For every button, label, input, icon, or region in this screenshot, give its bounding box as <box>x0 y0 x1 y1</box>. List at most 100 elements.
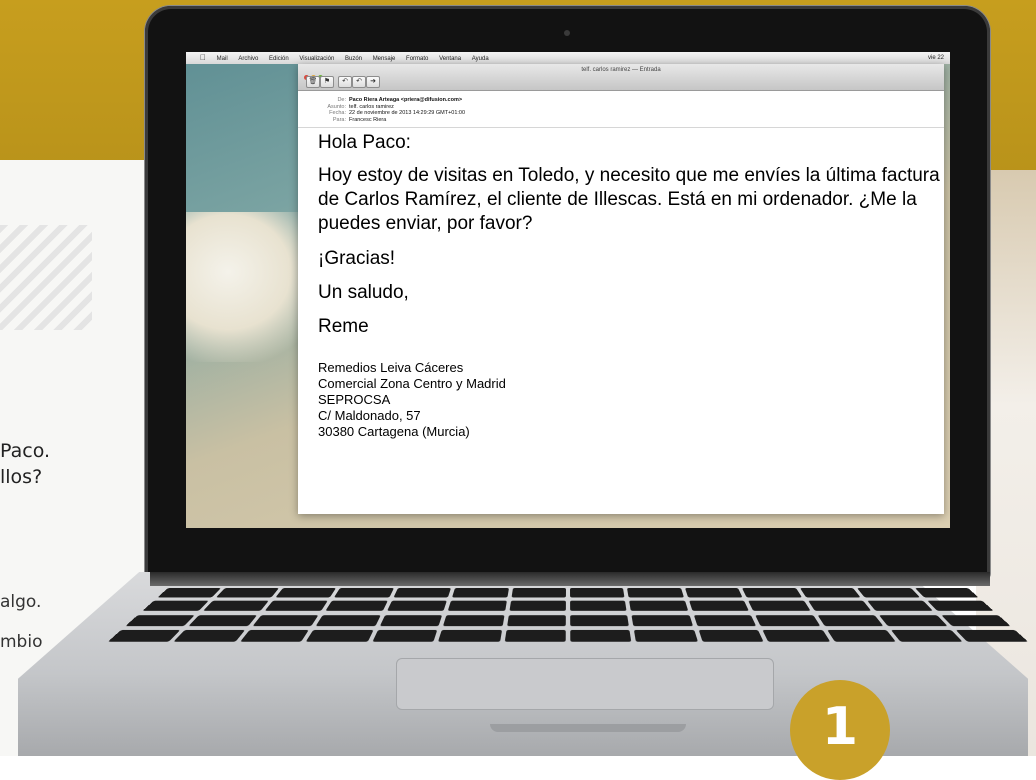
signature-line: Remedios Leiva Cáceres <box>318 360 464 375</box>
mail-window: telf. carlos ramirez — Entrada 🗑 ⚑ ↶ ↶ ➜… <box>298 64 944 514</box>
keyboard-key <box>927 600 994 612</box>
menu-mensaje[interactable]: Mensaje <box>373 56 396 62</box>
keyboard-key <box>316 614 381 626</box>
keyboard-key <box>569 588 625 598</box>
signature-line: C/ Maldonado, 57 <box>318 408 421 423</box>
side-text-1: Paco. <box>0 440 51 462</box>
message-name: Reme <box>318 316 369 337</box>
message-greeting: Hola Paco: <box>318 132 411 153</box>
keyboard-key <box>506 614 566 626</box>
keyboard-key <box>240 629 310 642</box>
message-body: Hola Paco: Hoy estoy de visitas en Toled… <box>298 128 944 440</box>
keyboard-key <box>762 629 830 642</box>
keyboard-key <box>689 600 750 612</box>
forward-icon[interactable]: ➜ <box>366 76 380 88</box>
message-thanks: ¡Gracias! <box>318 248 396 269</box>
keyboard <box>107 588 1030 643</box>
to-value[interactable]: Francesc Riera <box>349 117 386 124</box>
laptop-hinge <box>150 572 990 586</box>
signature-line: Comercial Zona Centro y Madrid <box>318 376 506 391</box>
keyboard-key <box>511 588 566 598</box>
signature-block: Remedios Leiva Cáceres Comercial Zona Ce… <box>318 360 944 440</box>
keyboard-key <box>914 588 979 598</box>
to-label: Para: <box>332 116 346 123</box>
keyboard-key <box>627 588 684 598</box>
keyboard-key <box>443 614 505 626</box>
side-text-4: mbio <box>0 632 43 652</box>
junk-icon[interactable]: ⚑ <box>320 76 334 88</box>
keyboard-key <box>799 588 861 598</box>
keyboard-key <box>742 588 802 598</box>
keyboard-key <box>216 588 279 598</box>
keyboard-key <box>693 614 757 626</box>
window-titlebar: telf. carlos ramirez — Entrada 🗑 ⚑ ↶ ↶ ➜ <box>298 64 944 91</box>
window-title: telf. carlos ramirez — Entrada <box>581 67 661 73</box>
keyboard-key <box>504 629 566 642</box>
trackpad[interactable] <box>396 658 774 710</box>
delete-icon[interactable]: 🗑 <box>306 76 320 88</box>
side-text-2: llos? <box>0 466 43 488</box>
menu-buzon[interactable]: Buzón <box>345 56 362 62</box>
keyboard-key <box>379 614 443 626</box>
keyboard-key <box>631 614 693 626</box>
keyboard-key <box>174 629 246 642</box>
signature-line: 30380 Cartagena (Murcia) <box>318 424 470 439</box>
laptop-screen:  Mail Archivo Edición Visualización Buz… <box>186 52 950 528</box>
keyboard-key <box>867 600 933 612</box>
keyboard-key <box>508 600 566 612</box>
keyboard-key <box>447 600 507 612</box>
menu-archivo[interactable]: Archivo <box>238 56 258 62</box>
menu-visualizacion[interactable]: Visualización <box>299 56 334 62</box>
keyboard-key <box>634 629 698 642</box>
keyboard-key <box>393 588 452 598</box>
keyboard-key <box>570 600 627 612</box>
reply-all-icon[interactable]: ↶ <box>352 76 366 88</box>
message-headers: De: Paco Riera Arteaga <priera@difusion.c… <box>298 91 944 128</box>
keyboard-key <box>857 588 920 598</box>
menu-ayuda[interactable]: Ayuda <box>472 56 489 62</box>
keyboard-key <box>108 629 181 642</box>
keyboard-key <box>570 629 632 642</box>
menu-mail[interactable]: Mail <box>217 56 228 62</box>
keyboard-key <box>372 629 438 642</box>
signature-line: SEPROCSA <box>318 392 391 407</box>
menu-formato[interactable]: Formato <box>406 56 428 62</box>
camera-icon <box>564 30 570 36</box>
keyboard-key <box>252 614 319 626</box>
keyboard-key <box>275 588 337 598</box>
keyboard-key <box>570 614 630 626</box>
side-text-3: algo. <box>0 592 42 612</box>
keyboard-key <box>325 600 388 612</box>
keyboard-key <box>203 600 269 612</box>
keyboard-key <box>157 588 222 598</box>
front-notch <box>490 724 686 732</box>
keyboard-key <box>940 614 1011 626</box>
keyboard-key <box>755 614 820 626</box>
keyboard-key <box>748 600 811 612</box>
keyboard-key <box>189 614 258 626</box>
keyboard-key <box>125 614 196 626</box>
keyboard-key <box>142 600 209 612</box>
keyboard-key <box>684 588 743 598</box>
keyboard-key <box>629 600 689 612</box>
keyboard-key <box>817 614 884 626</box>
reply-icon[interactable]: ↶ <box>338 76 352 88</box>
keyboard-key <box>890 629 962 642</box>
keyboard-key <box>306 629 374 642</box>
menubar-clock[interactable]: vie 22 <box>928 52 944 64</box>
keyboard-key <box>954 629 1028 642</box>
stripe-decoration <box>0 225 92 330</box>
menu-bar:  Mail Archivo Edición Visualización Buz… <box>186 52 950 64</box>
menu-ventana[interactable]: Ventana <box>439 56 461 62</box>
message-closing: Un saludo, <box>318 282 409 303</box>
keyboard-key <box>698 629 764 642</box>
keyboard-key <box>334 588 394 598</box>
message-paragraph: Hoy estoy de visitas en Toledo, y necesi… <box>318 165 940 234</box>
keyboard-key <box>878 614 947 626</box>
apple-icon[interactable]:  <box>200 53 206 62</box>
keyboard-key <box>386 600 447 612</box>
keyboard-key <box>808 600 872 612</box>
keyboard-key <box>438 629 502 642</box>
menu-edicion[interactable]: Edición <box>269 56 289 62</box>
step-number-badge: 1 <box>790 680 890 780</box>
